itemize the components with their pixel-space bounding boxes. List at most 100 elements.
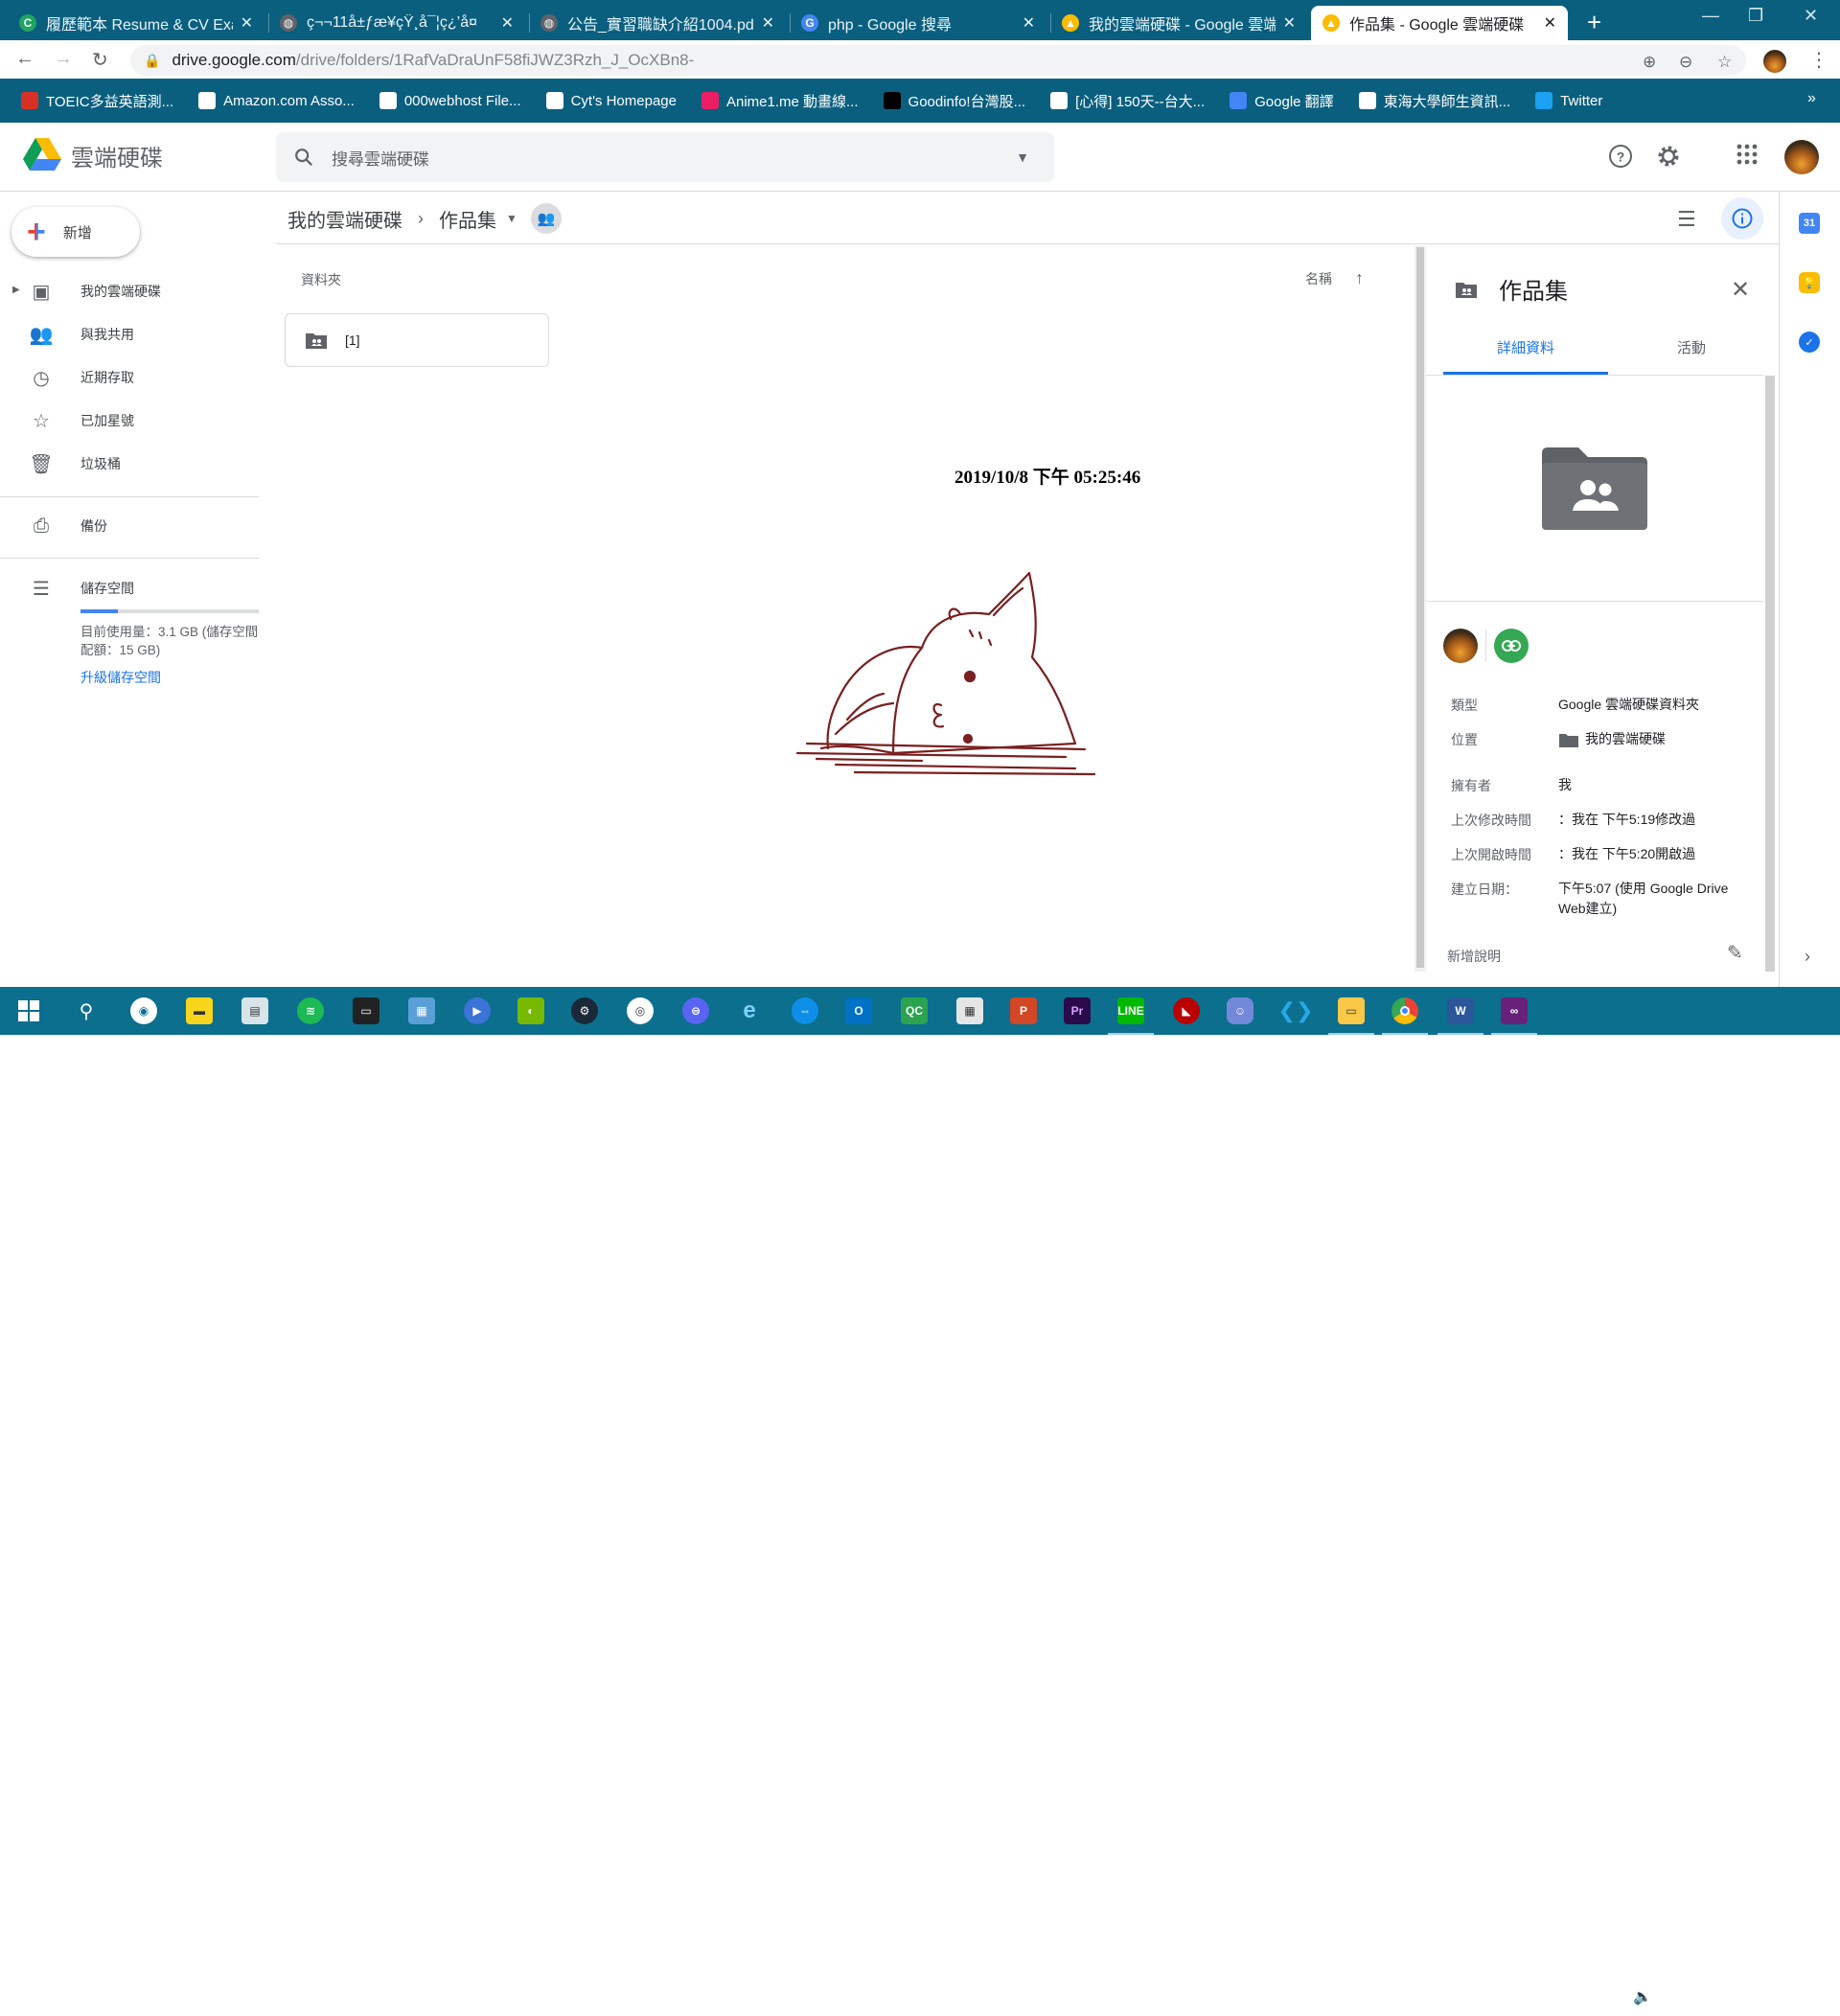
account-avatar[interactable]	[1784, 140, 1819, 174]
window-close-icon[interactable]: ✕	[1804, 6, 1818, 26]
shared-folder-icon[interactable]: 👥	[530, 203, 562, 234]
breadcrumb-current[interactable]: 作品集	[439, 205, 496, 233]
volume-tray-icon[interactable]: 🔈	[1633, 1987, 1652, 2006]
close-icon[interactable]: ✕	[1731, 276, 1750, 304]
tab-close-icon[interactable]: ✕	[1544, 13, 1556, 33]
profile-avatar[interactable]	[1763, 50, 1786, 73]
bookmark-star-icon[interactable]: ☆	[1717, 53, 1732, 72]
folder-item[interactable]: [1]	[285, 313, 549, 367]
media-player-icon[interactable]: ▶	[464, 997, 491, 1024]
word-icon[interactable]: W	[1447, 997, 1474, 1024]
zoom-icon[interactable]: ⊖	[1679, 53, 1692, 72]
tray-overflow-icon[interactable]: ︿	[1551, 1987, 1566, 2010]
browser-tab[interactable]: Gphp - Google 搜尋 ✕	[790, 6, 1046, 40]
nav-shared-with-me[interactable]: 👥 與我共用	[0, 315, 259, 354]
new-button[interactable]: + 新增	[12, 207, 140, 257]
ime-tray-icon[interactable]: ⊗	[1662, 1987, 1674, 2006]
nvidia-icon[interactable]: ◐	[518, 997, 544, 1024]
add-description-field[interactable]: 新增說明	[1447, 947, 1501, 966]
prop-location-value[interactable]: 我的雲端硬碟	[1558, 729, 1750, 749]
control-panel-icon[interactable]: ▤	[242, 997, 268, 1024]
forward-icon[interactable]: →	[54, 48, 73, 70]
outlook-icon[interactable]: O	[845, 997, 872, 1024]
bookmarks-overflow-icon[interactable]: »	[1807, 90, 1816, 107]
install-icon[interactable]: ⊕	[1643, 53, 1656, 72]
list-view-icon[interactable]: ☰	[1677, 207, 1696, 232]
search-options-icon[interactable]: ▼	[1016, 149, 1029, 165]
nav-starred[interactable]: ☆ 已加星號	[0, 401, 259, 440]
tab-close-icon[interactable]: ✕	[241, 13, 253, 33]
file-explorer-icon[interactable]: ▭	[1338, 997, 1365, 1024]
premiere-icon[interactable]: Pr	[1064, 997, 1091, 1024]
browser-tab[interactable]: ◍ ç¬¬11å±ƒæ¥­çŸ¸å¯¦ç¿’å¤ ✕	[268, 6, 525, 40]
upgrade-storage-link[interactable]: 升級儲存空間	[80, 668, 161, 687]
minimize-icon[interactable]: —	[1702, 6, 1719, 26]
browser-tab[interactable]: ▲ 作品集 - Google 雲端硬碟 ✕	[1311, 6, 1568, 40]
line-icon[interactable]: LINE	[1117, 997, 1144, 1024]
help-icon[interactable]: ?	[1608, 144, 1633, 175]
bookmark-item[interactable]: Anime1.me 動畫線...	[701, 91, 859, 111]
chevron-down-icon[interactable]: ▼	[506, 212, 518, 225]
search-box[interactable]: 搜尋雲端硬碟 ▼	[276, 132, 1054, 182]
visual-studio-icon[interactable]: ∞	[1501, 997, 1528, 1024]
bookmark-item[interactable]: Goodinfo!台灣股...	[883, 91, 1025, 111]
bookmark-item[interactable]: [心得] 150天--台大...	[1050, 91, 1205, 111]
nav-my-drive[interactable]: ▣ 我的雲端硬碟	[0, 272, 259, 310]
notification-icon[interactable]: ▤	[1794, 1987, 1808, 2006]
teamviewer-icon[interactable]: ⇔	[792, 997, 818, 1024]
nav-trash[interactable]: 🗑 垃圾桶	[0, 445, 259, 483]
powerpoint-icon[interactable]: P	[1010, 997, 1037, 1024]
bookmark-item[interactable]: 000webhost File...	[379, 92, 521, 109]
cortana-app-icon[interactable]: ◉	[130, 997, 157, 1024]
browser-tab[interactable]: C 履歷範本 Resume & CV Exam ✕	[8, 6, 264, 40]
breadcrumb-root[interactable]: 我的雲端硬碟	[288, 205, 402, 233]
chevron-right-icon[interactable]: ›	[1805, 947, 1810, 967]
link-sharing-icon[interactable]	[1494, 629, 1529, 663]
discord-icon[interactable]: ☺	[1227, 997, 1254, 1024]
vscode-icon[interactable]: ❮❯	[1278, 997, 1314, 1024]
taskbar-search-icon[interactable]: ⚲	[73, 997, 100, 1024]
tab-activity[interactable]: 活動	[1677, 337, 1706, 357]
nav-storage[interactable]: ☰ 儲存空間	[0, 569, 259, 607]
sort-by-name[interactable]: 名稱 ↑	[1305, 268, 1364, 288]
new-tab-button[interactable]: +	[1587, 8, 1601, 37]
nav-backup[interactable]: ⎙ 備份	[0, 507, 259, 545]
address-bar[interactable]: 🔒 drive.google.com/drive/folders/1RafVaD…	[130, 45, 1746, 76]
view-details-button[interactable]	[1721, 197, 1763, 240]
calendar-icon[interactable]: 31	[1799, 213, 1820, 234]
tasks-icon[interactable]: ✓	[1799, 332, 1820, 353]
bookmark-item[interactable]: Cyt's Homepage	[545, 92, 677, 109]
tab-close-icon[interactable]: ✕	[1023, 13, 1035, 33]
restore-icon[interactable]: ❐	[1748, 6, 1763, 26]
tab-details[interactable]: 詳細資料	[1497, 337, 1554, 357]
owner-avatar[interactable]	[1443, 629, 1478, 663]
keep-icon[interactable]: 💡	[1799, 272, 1820, 293]
network-app-icon[interactable]: ▦	[408, 997, 435, 1024]
network-tray-icon[interactable]: ▭	[1579, 1987, 1594, 2006]
arrow-up-icon[interactable]: ↑	[1355, 268, 1364, 288]
browser-tab[interactable]: ◍ 公告_實習職缺介紹1004.pdf ✕	[529, 6, 786, 40]
tab-close-icon[interactable]: ✕	[501, 13, 514, 33]
chrome-taskbar-icon[interactable]	[1392, 997, 1418, 1024]
bookmark-item[interactable]: Google 翻譯	[1230, 91, 1334, 111]
bookmark-item[interactable]: Amazon.com Asso...	[198, 92, 355, 109]
obs-icon[interactable]: ◎	[627, 997, 654, 1024]
battery-tray-icon[interactable]: ▬	[1606, 1987, 1622, 2005]
spotify-icon[interactable]: ≋	[297, 997, 324, 1024]
back-icon[interactable]: ←	[15, 48, 34, 70]
windows-start-icon[interactable]	[15, 997, 42, 1024]
bookmark-item[interactable]: Twitter	[1535, 92, 1602, 109]
bookmark-item[interactable]: 東海大學師生資訊...	[1358, 91, 1510, 111]
tab-close-icon[interactable]: ✕	[1283, 13, 1296, 33]
internet-explorer-icon[interactable]: e	[736, 997, 763, 1024]
main-scrollbar[interactable]	[1414, 245, 1426, 972]
steam-icon[interactable]: ⚙	[571, 997, 598, 1024]
bookmark-item[interactable]: TOEIC多益英語測...	[21, 91, 173, 111]
edit-pencil-icon[interactable]: ✎	[1727, 941, 1743, 965]
main-scrollbar-thumb[interactable]	[1416, 247, 1424, 968]
reload-icon[interactable]: ↻	[92, 48, 108, 72]
search-input[interactable]: 搜尋雲端硬碟	[332, 146, 1016, 170]
taskbar-clock[interactable]: 下午 05:25 2019/10/8	[1690, 1978, 1767, 2016]
sticky-notes-icon[interactable]: ▬	[186, 997, 213, 1024]
garena-icon[interactable]: ◣	[1173, 997, 1200, 1024]
